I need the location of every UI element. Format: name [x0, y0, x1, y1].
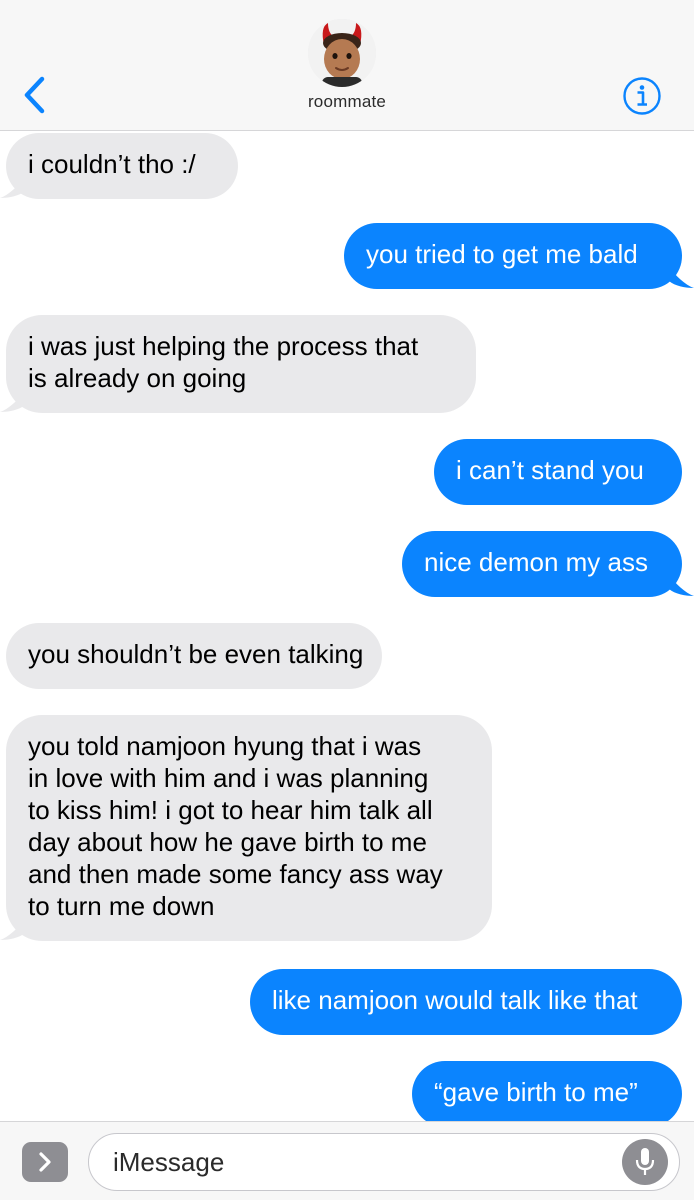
incoming-message-bubble[interactable]: i couldn’t tho :/ [6, 133, 238, 199]
message-text: you told namjoon hyung that i was [28, 731, 422, 761]
imessage-input[interactable] [88, 1133, 680, 1191]
message-text: nice demon my ass [424, 547, 648, 577]
message-text: and then made some fancy ass way [28, 859, 443, 889]
devil-horns-avatar-icon [308, 19, 376, 87]
contact-name[interactable]: roommate [247, 92, 447, 112]
message-text: like namjoon would talk like that [272, 985, 638, 1015]
chevron-left-icon [24, 76, 45, 114]
outgoing-message-bubble[interactable]: like namjoon would talk like that [250, 969, 682, 1035]
microphone-icon [635, 1148, 655, 1175]
microphone-button[interactable] [622, 1139, 668, 1185]
incoming-message-bubble[interactable]: i was just helping the process that is a… [6, 315, 476, 413]
message-text: you tried to get me bald [366, 239, 638, 269]
back-button[interactable] [14, 72, 54, 118]
bubble-tail [0, 919, 25, 940]
message-text: i can’t stand you [456, 455, 644, 485]
bubble-tail [669, 575, 694, 596]
outgoing-message-bubble[interactable]: nice demon my ass [402, 531, 682, 597]
message-text: i was just helping the process that [28, 331, 419, 361]
message-text: to turn me down [28, 891, 215, 921]
message-text: day about how he gave birth to me [28, 827, 427, 857]
message-text: in love with him and i was planning [28, 763, 429, 793]
message-composer [0, 1121, 694, 1200]
message-text: i couldn’t tho :/ [28, 149, 196, 179]
info-icon [623, 77, 661, 115]
incoming-message-bubble[interactable]: you shouldn’t be even talking [6, 623, 382, 689]
chevron-right-icon [39, 1152, 51, 1172]
message-thread[interactable]: i couldn’t tho :/ you tried to get me ba… [0, 131, 694, 1121]
bubble-tail [669, 267, 694, 288]
message-text: to kiss him! i got to hear him talk all [28, 795, 433, 825]
info-button[interactable] [622, 76, 662, 116]
apps-button[interactable] [22, 1142, 68, 1182]
outgoing-message-bubble[interactable]: you tried to get me bald [344, 223, 682, 289]
conversation-header: roommate [0, 0, 694, 131]
message-text: “gave birth to me” [434, 1077, 638, 1107]
message-text: you shouldn’t be even talking [28, 639, 364, 669]
incoming-message-bubble[interactable]: you told namjoon hyung that i was in lov… [6, 715, 492, 941]
outgoing-message-bubble[interactable]: i can’t stand you [434, 439, 682, 505]
bubble-tail [0, 177, 25, 198]
message-text: is already on going [28, 363, 247, 393]
outgoing-message-bubble[interactable]: “gave birth to me” [412, 1061, 682, 1121]
contact-avatar[interactable] [308, 19, 376, 87]
bubble-tail [0, 391, 25, 412]
